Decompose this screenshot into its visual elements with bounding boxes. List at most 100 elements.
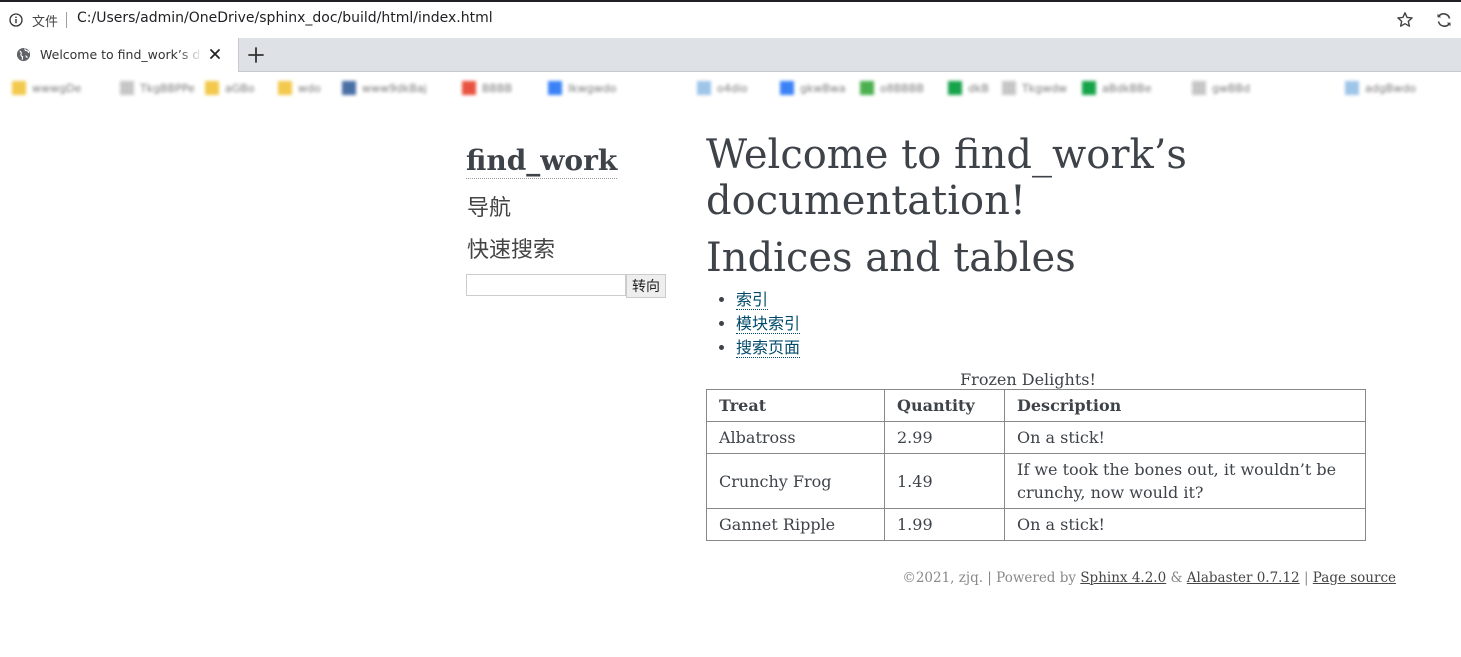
- footer: ©2021, zjq. | Powered by Sphinx 4.2.0 & …: [902, 570, 1396, 586]
- bookmark-label: o8BBBB: [880, 81, 924, 95]
- bookmark-item[interactable]: gkwBwa: [780, 80, 846, 96]
- navigation-heading: 导航: [467, 196, 512, 221]
- bookmark-item[interactable]: o8BBBB: [860, 80, 924, 96]
- info-icon[interactable]: [9, 13, 23, 27]
- bookmark-favicon-icon: [120, 81, 134, 95]
- alabaster-link[interactable]: Alabaster 0.7.12: [1187, 570, 1300, 586]
- table-cell: 1.49: [884, 453, 1005, 509]
- table-cell: 1.99: [884, 508, 1005, 541]
- bookmarks-bar: wwwgDe TkgBBPPe aGBo wdo www9dkBaj BBBB Ikwgwd…: [0, 72, 1461, 102]
- bookmark-favicon-icon: [12, 81, 26, 95]
- bookmark-favicon-icon: [1192, 81, 1206, 95]
- indices-list: 索引 模块索引 搜索页面: [706, 288, 801, 360]
- ampersand-text: &: [1170, 570, 1183, 586]
- copyright-text: ©2021, zjq.: [902, 570, 983, 586]
- bookmark-star-icon[interactable]: [1396, 11, 1414, 29]
- bookmark-label: gwBBd: [1212, 81, 1251, 95]
- browser-tab-active[interactable]: Welcome to find_work’s documentation!: [0, 38, 239, 72]
- bookmark-favicon-icon: [780, 81, 794, 95]
- table-cell: 2.99: [884, 421, 1005, 454]
- tab-strip: Welcome to find_work’s documentation!: [0, 38, 1461, 72]
- bookmark-item[interactable]: wdo: [278, 80, 321, 96]
- table-cell: Crunchy Frog: [706, 453, 885, 509]
- sync-icon[interactable]: [1435, 11, 1453, 29]
- footer-separator: |: [987, 570, 992, 586]
- bookmark-favicon-icon: [205, 81, 219, 95]
- module-index-link[interactable]: 模块索引: [736, 314, 801, 334]
- bookmark-label: wwwgDe: [32, 81, 82, 95]
- table-cell: On a stick!: [1004, 421, 1366, 454]
- bookmark-item[interactable]: o4dio: [697, 80, 748, 96]
- bookmark-label: TkgBBPPe: [140, 81, 195, 95]
- bookmark-favicon-icon: [697, 81, 711, 95]
- bookmark-item[interactable]: gwBBd: [1192, 80, 1250, 96]
- search-page-link[interactable]: 搜索页面: [736, 338, 801, 358]
- data-table: Treat Quantity Description Albatross 2.9…: [706, 389, 1366, 541]
- globe-icon: [16, 47, 31, 62]
- table-caption: Frozen Delights!: [960, 370, 1096, 389]
- bookmark-item[interactable]: Tkgwdw: [1002, 80, 1067, 96]
- list-item: 搜索页面: [736, 336, 801, 360]
- bookmark-item[interactable]: adgBwdo: [1345, 80, 1416, 96]
- footer-separator: |: [1303, 570, 1309, 586]
- bookmark-item[interactable]: TkgBBPPe: [120, 80, 195, 96]
- bookmark-favicon-icon: [1345, 81, 1359, 95]
- close-icon[interactable]: [208, 47, 222, 61]
- bookmark-item[interactable]: www9dkBaj: [342, 80, 427, 96]
- bookmark-label: aGBo: [225, 81, 255, 95]
- quick-search-heading: 快速搜索: [467, 238, 556, 263]
- address-separator: [66, 12, 67, 28]
- bookmark-favicon-icon: [1002, 81, 1016, 95]
- bookmark-favicon-icon: [948, 81, 962, 95]
- bookmark-favicon-icon: [342, 81, 356, 95]
- bookmark-label: www9dkBaj: [362, 81, 427, 95]
- sphinx-link[interactable]: Sphinx 4.2.0: [1080, 570, 1166, 586]
- column-header-treat: Treat: [706, 389, 885, 422]
- go-button[interactable]: 转向: [626, 274, 666, 298]
- table-cell: If we took the bones out, it wouldn’t be…: [1004, 453, 1366, 509]
- list-item: 模块索引: [736, 312, 801, 336]
- bookmark-item[interactable]: BBBB: [462, 80, 512, 96]
- page-title: Welcome to find_work’s documentation!: [706, 132, 1187, 224]
- powered-by-text: Powered by: [996, 570, 1077, 586]
- tab-title: Welcome to find_work’s documentation!: [40, 47, 202, 62]
- section-title: Indices and tables: [706, 235, 1076, 281]
- bookmark-item[interactable]: Ikwgwdo: [548, 80, 616, 96]
- quick-search-form: 转向: [466, 274, 666, 298]
- bookmark-favicon-icon: [548, 81, 562, 95]
- bookmark-favicon-icon: [860, 81, 874, 95]
- bookmark-label: o4dio: [717, 81, 748, 95]
- bookmark-label: Tkgwdw: [1022, 81, 1068, 95]
- address-bar[interactable]: 文件 C:/Users/admin/OneDrive/sphinx_doc/bu…: [0, 2, 1461, 38]
- table-cell: On a stick!: [1004, 508, 1366, 541]
- new-tab-plus-icon[interactable]: [246, 45, 266, 65]
- bookmark-item[interactable]: aGBo: [205, 80, 255, 96]
- column-header-quantity: Quantity: [884, 389, 1005, 422]
- table-cell: Albatross: [706, 421, 885, 454]
- bookmark-label: Ikwgwdo: [568, 81, 617, 95]
- column-header-description: Description: [1004, 389, 1366, 422]
- table-cell: Gannet Ripple: [706, 508, 885, 541]
- bookmark-favicon-icon: [1082, 81, 1096, 95]
- bookmark-favicon-icon: [462, 81, 476, 95]
- list-item: 索引: [736, 288, 800, 312]
- bookmark-favicon-icon: [278, 81, 292, 95]
- search-input[interactable]: [466, 274, 626, 296]
- page-source-link[interactable]: Page source: [1313, 570, 1396, 586]
- table-header-row: Treat Quantity Description: [706, 389, 1366, 422]
- table-row: Gannet Ripple 1.99 On a stick!: [706, 508, 1366, 541]
- url-text[interactable]: C:/Users/admin/OneDrive/sphinx_doc/build…: [77, 10, 493, 26]
- bookmark-label: gkwBwa: [800, 81, 846, 95]
- bookmark-label: aBdkBBe: [1102, 81, 1152, 95]
- scheme-label: 文件: [32, 15, 59, 30]
- table-row: Crunchy Frog 1.49 If we took the bones o…: [706, 453, 1366, 509]
- bookmark-label: BBBB: [482, 81, 513, 95]
- project-logo-link[interactable]: find_work: [466, 144, 618, 179]
- bookmark-item[interactable]: dkB: [948, 80, 989, 96]
- bookmark-label: wdo: [298, 81, 321, 95]
- bookmark-item[interactable]: aBdkBBe: [1082, 80, 1152, 96]
- bookmark-label: dkB: [968, 81, 989, 95]
- index-link[interactable]: 索引: [736, 290, 769, 310]
- bookmark-label: adgBwdo: [1365, 81, 1416, 95]
- bookmark-item[interactable]: wwwgDe: [12, 80, 81, 96]
